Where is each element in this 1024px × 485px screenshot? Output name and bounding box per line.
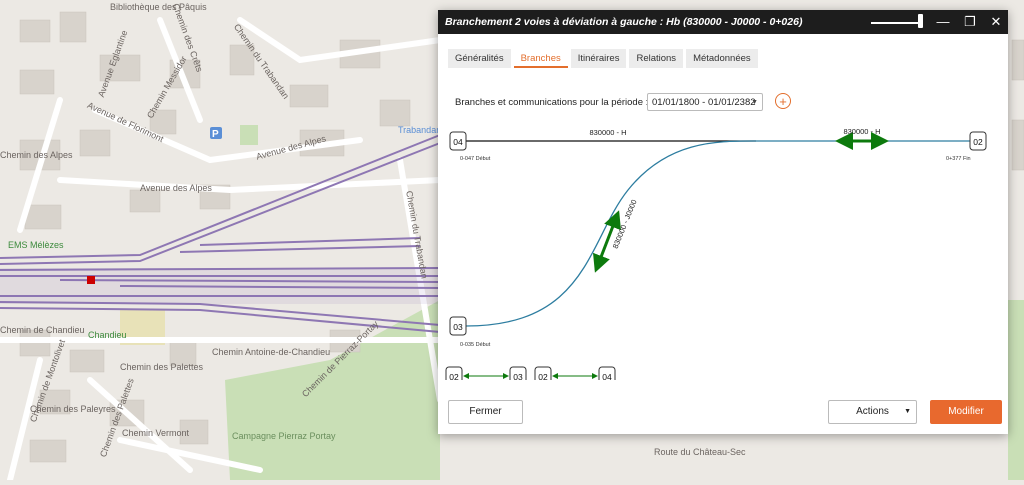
- node-label: 02: [973, 137, 983, 147]
- map-label: EMS Mélèzes: [8, 240, 64, 250]
- dialog-titlebar[interactable]: Branchement 2 voies à déviation à gauche…: [438, 10, 1008, 34]
- map-label: Chemin Vermont: [122, 428, 190, 438]
- communication-node-label: 02: [538, 372, 548, 380]
- map-label: Route du Château-Sec: [654, 447, 746, 457]
- branch-label: 830000 - H: [843, 127, 880, 136]
- node-sublabel: 0+377 Fin: [946, 156, 971, 162]
- map-label: Trabandan: [398, 125, 442, 135]
- green-patch: [240, 125, 258, 145]
- branch-label: 830000 - H: [589, 128, 626, 137]
- minimize-icon[interactable]: —: [933, 12, 953, 32]
- map-label: Chandieu: [88, 330, 127, 340]
- map-label: Chemin de Chandieu: [0, 325, 85, 335]
- communication-node-label: 04: [602, 372, 612, 380]
- tab-generalites[interactable]: Généralités: [448, 49, 511, 68]
- map-label: Campagne Pierraz Portay: [232, 431, 336, 441]
- map-label: Chemin des Palettes: [120, 362, 204, 372]
- period-select[interactable]: 01/01/1800 - 01/01/2382 ▼: [647, 93, 763, 111]
- add-period-button[interactable]: +: [775, 93, 791, 109]
- period-label: Branches et communications pour la pério…: [455, 97, 649, 108]
- close-icon[interactable]: ✕: [986, 12, 1006, 32]
- restore-icon[interactable]: ❐: [960, 12, 980, 32]
- map-label: Bibliothèque des Pâquis: [110, 2, 207, 12]
- parking-letter: P: [212, 129, 219, 140]
- chevron-down-icon: ▼: [751, 99, 758, 106]
- selected-switch-marker[interactable]: [87, 276, 95, 284]
- actions-label: Actions: [856, 406, 889, 417]
- opacity-slider-track[interactable]: [871, 22, 923, 24]
- node-label: 03: [453, 322, 463, 332]
- tab-branches[interactable]: Branches: [513, 49, 568, 68]
- tab-relations[interactable]: Relations: [629, 49, 684, 68]
- map-label: Avenue des Alpes: [140, 183, 212, 193]
- opacity-slider-handle[interactable]: [918, 14, 923, 28]
- map-label: Chemin des Paleyres: [30, 404, 116, 414]
- tab-metadonnees[interactable]: Métadonnées: [686, 49, 758, 68]
- branch-diagram: 830000 - H 830000 - H 830000 - J0000 04 …: [445, 127, 987, 380]
- node-sublabel: 0-047 Début: [460, 156, 491, 162]
- green-right: [1008, 300, 1024, 480]
- communication-node-label: 02: [449, 372, 459, 380]
- modify-button[interactable]: Modifier: [930, 400, 1002, 424]
- actions-dropdown-button[interactable]: Actions ▼: [828, 400, 917, 424]
- map-label: Chemin des Alpes: [0, 150, 73, 160]
- branchement-dialog: Branchement 2 voies à déviation à gauche…: [438, 10, 1008, 434]
- tab-bar: Généralités Branches Itinéraires Relatio…: [448, 49, 758, 69]
- tab-itineraires[interactable]: Itinéraires: [570, 49, 627, 68]
- period-value: 01/01/1800 - 01/01/2382: [652, 97, 756, 108]
- close-button[interactable]: Fermer: [448, 400, 523, 424]
- rail-yard: [0, 268, 440, 304]
- communication-node-label: 03: [513, 372, 523, 380]
- map-label: Chemin Antoine-de-Chandieu: [212, 347, 331, 357]
- chevron-down-icon: ▼: [904, 408, 911, 415]
- node-label: 04: [453, 137, 463, 147]
- dialog-title: Branchement 2 voies à déviation à gauche…: [445, 16, 803, 28]
- node-sublabel: 0-035 Début: [460, 342, 491, 348]
